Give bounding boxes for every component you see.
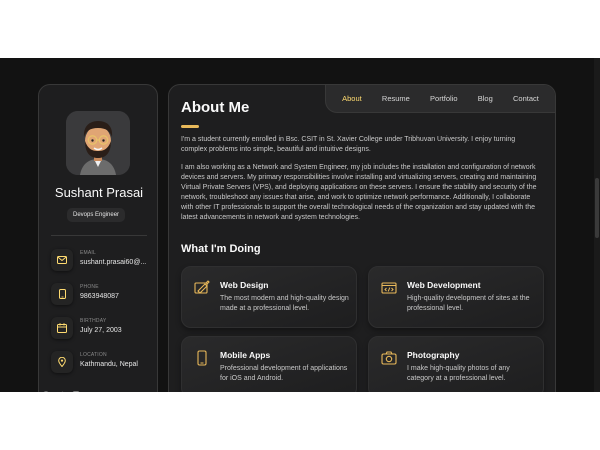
social-links <box>42 384 80 392</box>
about-paragraph-1: I'm a student currently enrolled in Bsc.… <box>181 136 516 153</box>
code-icon <box>381 280 397 296</box>
service-description: I make high-quality photos of any catego… <box>407 365 510 382</box>
contact-label: LOCATION <box>80 352 107 358</box>
camera-icon <box>381 350 397 366</box>
instagram-icon[interactable] <box>72 384 80 392</box>
service-title: Photography <box>407 350 460 360</box>
phone-icon <box>51 283 73 305</box>
contact-phone: PHONE 9863948087 <box>51 283 151 307</box>
nav-link-portfolio[interactable]: Portfolio <box>430 94 458 103</box>
about-paragraph-2: I am also working as a Network and Syste… <box>181 164 537 221</box>
contact-birthday: BIRTHDAY July 27, 2003 <box>51 317 151 341</box>
scrollbar[interactable] <box>594 58 600 392</box>
contact-label: EMAIL <box>80 250 97 256</box>
contact-value: July 27, 2003 <box>80 327 122 334</box>
sidebar-separator <box>51 235 147 236</box>
service-description: High-quality development of sites at the… <box>407 295 530 312</box>
facebook-icon[interactable] <box>42 384 50 392</box>
calendar-icon <box>51 317 73 339</box>
contact-label: BIRTHDAY <box>80 318 107 324</box>
service-card-web-design: Web Design The most modern and high-qual… <box>181 266 357 328</box>
service-description: The most modern and high-quality design … <box>220 295 349 312</box>
service-card-web-development: Web Development High-quality development… <box>368 266 544 328</box>
contact-label: PHONE <box>80 284 99 290</box>
service-title: Mobile Apps <box>220 350 271 360</box>
nav-link-resume[interactable]: Resume <box>382 94 410 103</box>
title-underline <box>181 125 199 128</box>
main-panel: About Resume Portfolio Blog Contact Abou… <box>168 84 556 392</box>
location-icon <box>51 351 73 373</box>
contact-email: EMAIL sushant.prasai60@... <box>51 249 151 273</box>
service-card-mobile-apps: Mobile Apps Professional development of … <box>181 336 357 392</box>
nav-link-blog[interactable]: Blog <box>478 94 493 103</box>
service-title: Web Design <box>220 280 269 290</box>
profile-title-badge: Devops Engineer <box>67 208 126 222</box>
contact-value[interactable]: 9863948087 <box>80 293 119 300</box>
contact-value[interactable]: sushant.prasai60@... <box>80 259 146 266</box>
service-description: Professional development of applications… <box>220 365 348 382</box>
profile-name: Sushant Prasai <box>54 185 144 200</box>
nav-link-about[interactable]: About <box>342 94 362 103</box>
page-title: About Me <box>181 99 250 116</box>
navbar: About Resume Portfolio Blog Contact <box>325 85 555 113</box>
twitter-icon[interactable] <box>57 384 65 392</box>
mail-icon <box>51 249 73 271</box>
page-viewport: Sushant Prasai Devops Engineer EMAIL sus… <box>0 58 600 392</box>
design-icon <box>194 280 210 296</box>
mobile-icon <box>194 350 210 366</box>
service-title: Web Development <box>407 280 481 290</box>
service-card-photography: Photography I make high-quality photos o… <box>368 336 544 392</box>
contact-location: LOCATION Kathmandu, Nepal <box>51 351 151 375</box>
avatar <box>66 111 130 175</box>
contact-value: Kathmandu, Nepal <box>80 361 138 368</box>
scrollbar-thumb[interactable] <box>595 178 599 238</box>
section-title-doing: What I'm Doing <box>181 243 261 255</box>
nav-link-contact[interactable]: Contact <box>513 94 539 103</box>
profile-sidebar: Sushant Prasai Devops Engineer EMAIL sus… <box>38 84 158 392</box>
